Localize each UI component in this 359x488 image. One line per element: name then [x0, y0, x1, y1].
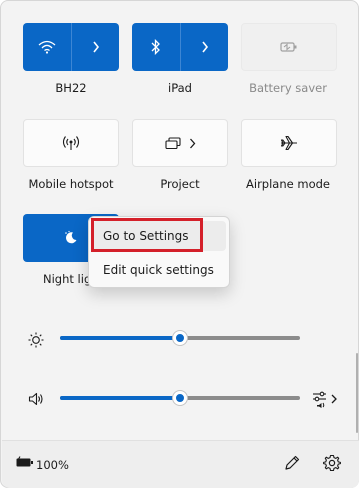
battery-charging-icon: [16, 456, 34, 468]
brightness-slider-thumb[interactable]: [173, 331, 187, 345]
project-tile-label: Project: [160, 177, 200, 191]
night-light-icon: [63, 230, 79, 246]
wifi-tile-label: BH22: [55, 81, 87, 95]
project-tile[interactable]: [132, 119, 228, 167]
hotspot-icon: [62, 135, 80, 151]
mobile-hotspot-tile[interactable]: [23, 119, 119, 167]
bluetooth-icon: [151, 39, 161, 55]
battery-saver-icon: [280, 41, 298, 53]
menu-item-edit-quick-settings[interactable]: Edit quick settings: [93, 255, 226, 285]
chevron-right-icon: [189, 138, 196, 149]
battery-saver-tile[interactable]: [241, 23, 337, 71]
wifi-tile[interactable]: [23, 23, 119, 71]
bluetooth-toggle-button[interactable]: [132, 23, 180, 71]
battery-saver-tile-label: Battery saver: [249, 81, 327, 95]
project-icon: [164, 136, 181, 150]
mobile-hotspot-tile-label: Mobile hotspot: [28, 177, 114, 191]
chevron-right-icon: [92, 41, 100, 53]
brightness-slider-fill: [60, 336, 180, 340]
settings-button[interactable]: [322, 453, 342, 473]
chevron-right-icon: [201, 41, 209, 53]
bluetooth-tile[interactable]: [132, 23, 228, 71]
speaker-icon: [28, 391, 44, 407]
pencil-icon: [282, 453, 302, 473]
wifi-toggle-button[interactable]: [23, 23, 71, 71]
airplane-mode-tile[interactable]: [241, 119, 337, 167]
wifi-expand-button[interactable]: [72, 23, 119, 71]
airplane-mode-tile-label: Airplane mode: [246, 177, 330, 191]
highlight-annotation-box: [91, 218, 203, 252]
battery-percentage: 100%: [36, 458, 69, 472]
audio-output-icon: [312, 389, 340, 409]
brightness-icon: [28, 332, 44, 348]
bluetooth-expand-button[interactable]: [181, 23, 228, 71]
volume-slider-thumb[interactable]: [173, 391, 187, 405]
volume-slider-fill: [60, 396, 180, 400]
wifi-icon: [38, 40, 56, 54]
airplane-icon: [280, 135, 298, 151]
footer-bar: 100%: [2, 440, 359, 488]
audio-output-button[interactable]: [312, 389, 340, 409]
gear-icon: [322, 453, 342, 473]
scrollbar[interactable]: [356, 353, 358, 433]
edit-quick-settings-button[interactable]: [282, 453, 302, 473]
bluetooth-tile-label: iPad: [168, 81, 192, 95]
